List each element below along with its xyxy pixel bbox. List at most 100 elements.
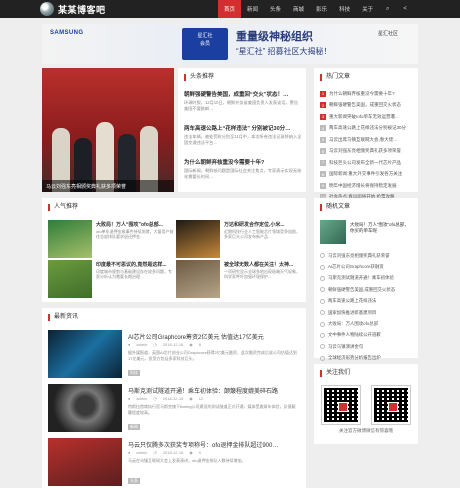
logo-globe-icon — [40, 2, 54, 16]
random-list-item[interactable]: 马斯克测试隧道开通！乘车初体验 — [320, 273, 414, 284]
bullet-icon — [320, 332, 325, 338]
news-item-desc: 特斯拉首席执行官马斯克旗下Boring公司建设的测试隧道正式开通，媒体受邀乘车体… — [128, 404, 296, 415]
clock-icon: ◷ — [153, 342, 157, 347]
banner-badge: 星汇社 会员 — [182, 28, 228, 60]
nav-item[interactable]: 首页 — [218, 0, 242, 18]
popular-item-desc: 近期科技行业人工智能芯片领域竞争加剧，多家巨头公司发布新产品… — [224, 229, 300, 240]
rank-number: 7 — [320, 159, 326, 166]
hot-list-item-title: 马云出席乌镇互联网大会,春大佬... — [329, 136, 397, 142]
news-item-desc: 马云在乌镇互联网大会上发表演讲，ofo退押金排队人数持续增加。 — [128, 458, 246, 463]
random-featured-item[interactable]: 大败局！万人“围攻”ofo总部，你买的单车呢 — [320, 220, 414, 246]
top-navigation-bar: 某某博客吧 首页 新闻 头条 商城 影乐 科技 关于 ⌕ < — [0, 0, 460, 18]
rank-number: 5 — [320, 136, 326, 143]
headline-panel: 头条推荐 朝鲜强硬警告美国，成重回“交火”状态！… 环球时报，12月10日，朝鲜… — [178, 68, 306, 192]
headline-item[interactable]: 朝鲜强硬警告美国，成重回“交火”状态！… 环球时报，12月10日，朝鲜外务省美国… — [184, 90, 302, 111]
hot-list-item[interactable]: 8 国际新闻:重大外交事件引发各方关注 — [320, 169, 414, 181]
popular-item-title: 万达和研发合作定位,小米... — [224, 222, 285, 228]
random-list-item-title: 朝鲜强硬警告美国,成重回交火状态 — [328, 286, 396, 292]
random-list-item[interactable]: 朝鲜强硬警告美国,成重回交火状态 — [320, 284, 414, 295]
hot-list-item-title: 朝鲜强硬警告美国，成重回交火状态 — [329, 102, 401, 108]
bullet-icon — [320, 344, 325, 350]
share-icon[interactable]: < — [403, 6, 407, 12]
news-author: admin — [136, 396, 148, 401]
author-icon: ● — [128, 342, 131, 347]
random-list-item[interactable]: AI芯片公司Graphcore获融资 — [320, 261, 414, 272]
news-category-tag[interactable]: 头条 — [128, 478, 140, 484]
popular-item[interactable]: 印度最不可思议的,竟然是这样... 印度城市规划与基础建设存在较多问题，专家分析… — [48, 260, 174, 298]
hot-list-item[interactable]: 1 为什么朝鲜弃核重没今需要十年? — [320, 88, 414, 100]
news-meta: ● admin ◷ 2018-12-16 ◉ 9 — [128, 450, 298, 455]
random-list-item[interactable]: 全球经济形势分析报告出炉 — [320, 353, 414, 364]
wechat-qr-code — [371, 385, 411, 425]
author-icon: ● — [128, 396, 131, 401]
nav-item[interactable]: 影乐 — [310, 0, 333, 18]
hero-slide[interactable]: 马云刘强东亮相颁奖典礼获多项荣誉 — [42, 68, 174, 192]
nav-item[interactable]: 关于 — [356, 0, 379, 18]
bullet-icon — [320, 264, 325, 270]
hero-caption: 马云刘强东亮相颁奖典礼获多项荣誉 — [42, 180, 174, 192]
hot-list-item[interactable]: 5 马云出席乌镇互联网大会,春大佬... — [320, 134, 414, 146]
headline-item[interactable]: 为什么朝鲜弃核重没今需要十年? 国际新闻，朝鲜核问题是国际社会关注焦点，专家表示… — [184, 158, 302, 179]
news-date: 2018-12-16 — [162, 450, 184, 455]
news-item-title: 马云只仅腾多次获奖专项称号：ofo退押金排队超过900… — [128, 443, 279, 449]
popular-item[interactable]: 万达和研发合作定位,小米... 近期科技行业人工智能芯片领域竞争加剧，多家巨头公… — [176, 220, 302, 258]
hot-list-item-title: 科技巨头公司发布全新一代芯片产品 — [329, 159, 401, 165]
banner-badge-line2: 会员 — [199, 41, 210, 47]
popular-item[interactable]: 被全球无数人都在关注！太神... 一项研究显示全球多地出现极端天气现象，科学家呼… — [176, 260, 302, 298]
random-list-item[interactable]: 马云刘强东亮相颁奖典礼获荣誉 — [320, 250, 414, 261]
bullet-icon — [320, 355, 325, 361]
headline-item[interactable]: 两车高速公路上“花样违法” 分别被记30分… 违法车辆，被处罚款分别至11月中，… — [184, 124, 302, 145]
banner-subtitle: “星汇社” 招募社区大揭秘！ — [236, 47, 332, 56]
headline-section-title: 头条推荐 — [184, 74, 214, 81]
popular-thumb — [48, 260, 92, 298]
nav-item[interactable]: 头条 — [264, 0, 287, 18]
hot-list-item-title: 两车高速公路上花样违法分别被记30分 — [329, 125, 407, 131]
nav-item[interactable]: 商城 — [287, 0, 310, 18]
site-name: 某某博客吧 — [58, 4, 106, 15]
hot-list-item[interactable]: 7 科技巨头公司发布全新一代芯片产品 — [320, 157, 414, 169]
hot-list-item-title: 重大新闻突破!ofo单车无效运营遭... — [329, 113, 399, 119]
random-list-item[interactable]: 两车高速公路上花样违法 — [320, 296, 414, 307]
hot-list-item[interactable]: 9 明年中国经济增长将保持稳定发展 — [320, 180, 414, 192]
nav-tools: ⌕ < — [386, 0, 407, 18]
random-list-item[interactable]: 马云乌镇演讲金句 — [320, 341, 414, 352]
bullet-icon — [320, 253, 325, 259]
latest-news-panel: 最新资讯 AI芯片公司Graphcore筹资2亿美元 估值达17亿美元 ● admi… — [42, 308, 306, 488]
site-logo[interactable]: 某某博客吧 — [40, 2, 106, 16]
follow-section-title: 关注我们 — [320, 370, 350, 377]
hot-list-item[interactable]: 2 朝鲜强硬警告美国，成重回交火状态 — [320, 100, 414, 112]
headline-item-desc: 违法车辆，被处罚款分别至11月中，本次所有违法记录将纳入全国交通违法平台… — [184, 134, 302, 145]
rank-number: 6 — [320, 148, 326, 155]
random-list-item-title: 马云乌镇演讲金句 — [328, 343, 364, 349]
hot-list: 1 为什么朝鲜弃核重没今需要十年? 2 朝鲜强硬警告美国，成重回交火状态 3 重大新闻突破… — [320, 88, 414, 203]
hot-list-item[interactable]: 4 两车高速公路上花样违法分别被记30分 — [320, 123, 414, 135]
headline-item-title: 为什么朝鲜弃核重没今需要十年? — [184, 160, 265, 166]
random-list-item[interactable]: 大败局：万人围攻ofo总部 — [320, 318, 414, 329]
nav-item[interactable]: 科技 — [333, 0, 356, 18]
banner-title: 重量级神秘组织 — [236, 31, 313, 43]
ad-banner[interactable]: SAMSUNG 星汇社 会员 重量级神秘组织 “星汇社” 招募社区大揭秘！ 星汇… — [42, 24, 418, 64]
popular-item-desc: 一项研究显示全球多地出现极端天气现象，科学家呼吁加强环境保护… — [224, 269, 300, 280]
random-list-item-title: 文中事件人物陆续公开道歉 — [328, 332, 381, 338]
news-item[interactable]: AI芯片公司Graphcore筹资2亿美元 估值达17亿美元 ● admin ◷ 201… — [48, 330, 300, 380]
news-item[interactable]: 马斯克测试隧道开通！乘车初体验：颠簸程度媲美碎石路 ● admin ◷ 2018-12-… — [48, 384, 300, 434]
news-views: 12 — [198, 396, 204, 401]
random-featured-thumb — [320, 220, 346, 244]
random-list-item[interactable]: 国家加快推进新基建项目 — [320, 307, 414, 318]
random-list-item-title: 国家加快推进新基建项目 — [328, 309, 377, 315]
hot-list-item[interactable]: 6 马云刘强东亮相颁奖典礼获多项荣誉 — [320, 146, 414, 158]
random-list-item[interactable]: 文中事件人物陆续公开道歉 — [320, 330, 414, 341]
popular-item-title: 大败局！万人“围攻”ofo总部... — [96, 222, 163, 228]
popular-item[interactable]: 大败局！万人“围攻”ofo总部... ofo单车退押金难事件持续发酵，大量用户前… — [48, 220, 174, 258]
news-category-tag[interactable]: 新闻 — [128, 424, 140, 430]
news-item[interactable]: 马云只仅腾多次获奖专项称号：ofo退押金排队超过900… ● admin ◷ 2018-… — [48, 438, 300, 488]
search-icon[interactable]: ⌕ — [386, 6, 389, 13]
random-section-title: 随机文章 — [320, 204, 350, 211]
news-thumb — [48, 438, 122, 486]
news-category-tag[interactable]: 科技 — [128, 370, 140, 376]
random-list-item-title: 大败局：万人围攻ofo总部 — [328, 321, 379, 327]
nav-item[interactable]: 新闻 — [241, 0, 264, 18]
random-list-item-title: 两车高速公路上花样违法 — [328, 298, 377, 304]
hot-list-item[interactable]: 3 重大新闻突破!ofo单车无效运营遭... — [320, 111, 414, 123]
weibo-qr-code — [321, 385, 361, 425]
